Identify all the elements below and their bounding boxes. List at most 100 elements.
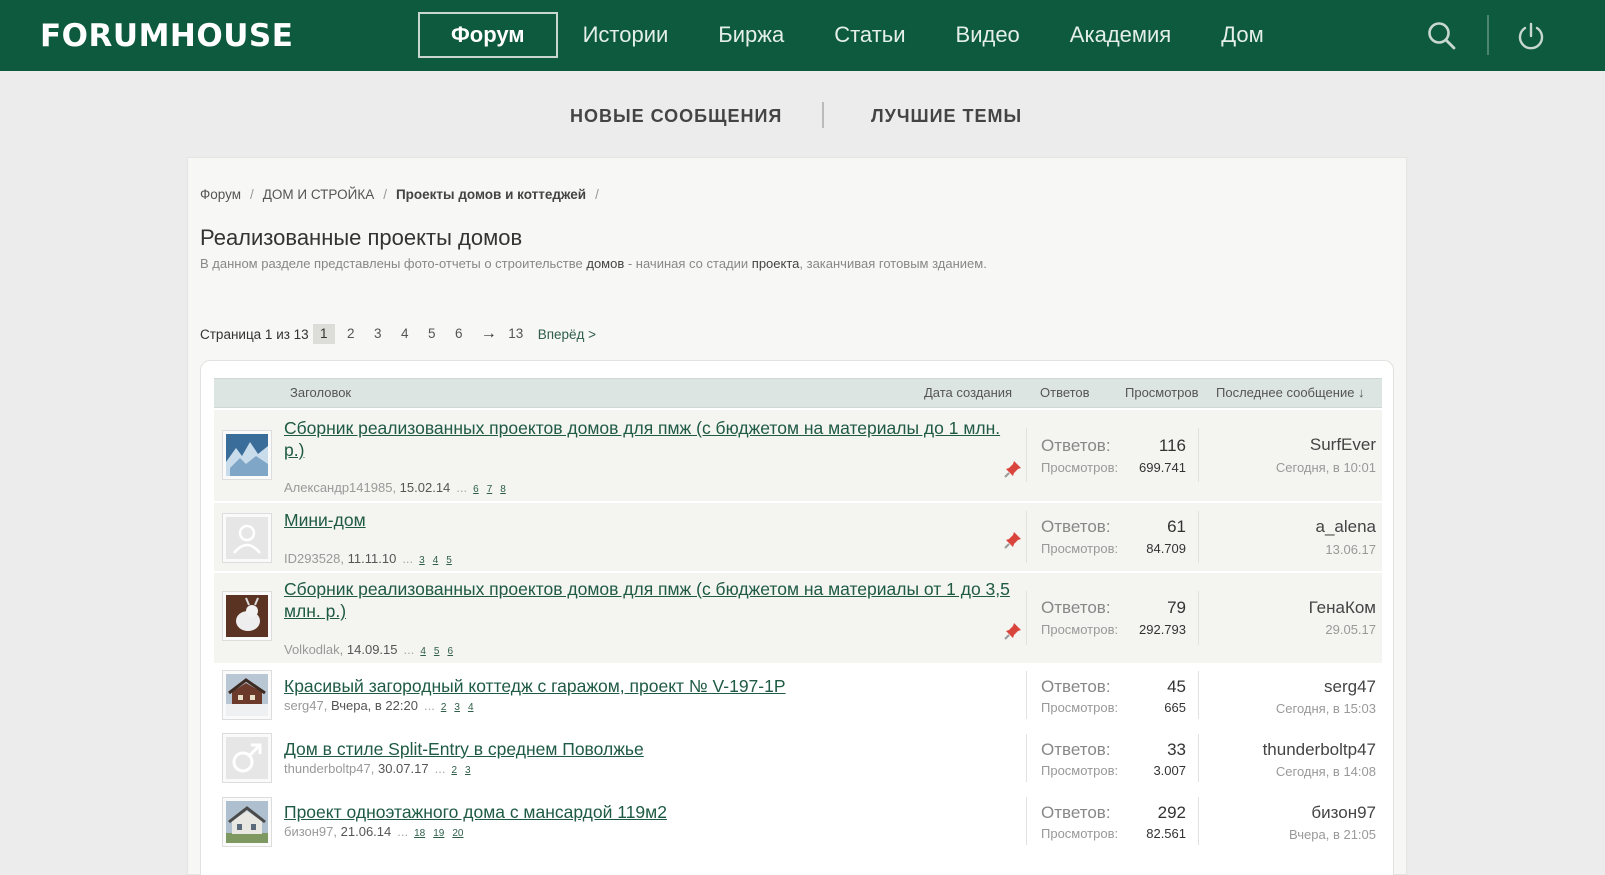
thread-page-link[interactable]: 2 bbox=[451, 765, 457, 776]
thread-page-link[interactable]: 4 bbox=[468, 702, 474, 713]
thread-page-link[interactable]: 4 bbox=[433, 555, 439, 566]
page-link-4[interactable]: 4 bbox=[394, 324, 416, 344]
male-symbol-avatar[interactable] bbox=[222, 733, 272, 783]
nav-item-stories[interactable]: Истории bbox=[558, 12, 694, 58]
replies-label: Ответов: bbox=[1041, 436, 1111, 455]
header-title[interactable]: Заголовок bbox=[290, 379, 351, 407]
power-icon[interactable] bbox=[1514, 19, 1548, 53]
thread-stats: Ответов: 33 Просмотров: 3.007 bbox=[1026, 734, 1199, 782]
thread-page-link[interactable]: 6 bbox=[447, 646, 453, 657]
nav-item-video[interactable]: Видео bbox=[931, 12, 1045, 58]
views-count: 292.793 bbox=[1139, 622, 1186, 637]
goat-photo-avatar[interactable] bbox=[222, 591, 272, 641]
last-post-date[interactable]: Сегодня, в 10:01 bbox=[1276, 460, 1376, 475]
page-link-5[interactable]: 5 bbox=[421, 324, 443, 344]
replies-label: Ответов: bbox=[1041, 517, 1111, 536]
replies-count: 61 bbox=[1167, 517, 1186, 536]
thread-title[interactable]: Проект одноэтажного дома с мансардой 119… bbox=[284, 801, 1024, 823]
thread-row: Мини-дом ID293528, 11.11.10... 3 4 5 Ответо… bbox=[214, 503, 1382, 571]
last-post-user[interactable]: serg47 bbox=[1324, 677, 1376, 697]
thread-page-link[interactable]: 5 bbox=[434, 646, 440, 657]
subnav-divider bbox=[822, 102, 824, 128]
pagination-arrow: → bbox=[480, 325, 497, 342]
thread-page-link[interactable]: 19 bbox=[433, 828, 444, 839]
thread-page-link[interactable]: 6 bbox=[473, 484, 479, 495]
thread-page-link[interactable]: 7 bbox=[487, 484, 493, 495]
thread-page-link[interactable]: 18 bbox=[414, 828, 425, 839]
thread-row: Сборник реализованных проектов домов для… bbox=[214, 573, 1382, 663]
views-label: Просмотров: bbox=[1041, 826, 1119, 841]
ice-photo-avatar[interactable] bbox=[222, 430, 272, 480]
desc-text: - начиная со стадии bbox=[624, 256, 752, 271]
replies-count: 33 bbox=[1167, 740, 1186, 759]
page-link-1[interactable]: 1 bbox=[312, 324, 335, 344]
thread-row: Сборник реализованных проектов домов для… bbox=[214, 410, 1382, 501]
last-post-user[interactable]: thunderboltp47 bbox=[1263, 740, 1376, 760]
last-post-user[interactable]: бизон97 bbox=[1311, 803, 1376, 823]
forumhouse-logo[interactable]: FORUMHOUSE bbox=[40, 18, 293, 54]
breadcrumb-forum[interactable]: Форум bbox=[200, 187, 241, 202]
thread-page-link[interactable]: 3 bbox=[419, 555, 425, 566]
thread-page-link[interactable]: 20 bbox=[452, 828, 463, 839]
breadcrumb: Форум / ДОМ И СТРОЙКА / Проекты домов и котт… bbox=[200, 187, 608, 202]
desc-text: В данном разделе представлены фото-отчет… bbox=[200, 256, 587, 271]
page-link-2[interactable]: 2 bbox=[340, 324, 362, 344]
thread-title[interactable]: Красивый загородный коттедж с гаражом, п… bbox=[284, 675, 1024, 697]
thread-author[interactable]: Volkodlak bbox=[284, 642, 340, 657]
nav-item-home[interactable]: Дом bbox=[1196, 12, 1289, 58]
breadcrumb-house-projects[interactable]: Проекты домов и коттеджей bbox=[396, 187, 586, 202]
thread-page-link[interactable]: 3 bbox=[465, 765, 471, 776]
breadcrumb-sep: / bbox=[595, 187, 599, 202]
nav-item-articles[interactable]: Статьи bbox=[809, 12, 930, 58]
breadcrumb-house-and-build[interactable]: ДОМ И СТРОЙКА bbox=[263, 187, 374, 202]
last-post-user[interactable]: a_alena bbox=[1315, 517, 1376, 537]
thread-page-link[interactable]: 5 bbox=[446, 555, 452, 566]
header-replies[interactable]: Ответов bbox=[1040, 379, 1090, 407]
page-link-last[interactable]: 13 bbox=[505, 324, 527, 344]
header-views[interactable]: Просмотров bbox=[1125, 379, 1199, 407]
nav-item-academy[interactable]: Академия bbox=[1045, 12, 1196, 58]
page-dots: ... bbox=[402, 551, 414, 566]
thread-meta: ID293528, 11.11.10... 3 4 5 bbox=[284, 551, 452, 566]
cottage-photo-avatar[interactable] bbox=[222, 797, 272, 847]
thread-page-link[interactable]: 2 bbox=[441, 702, 447, 713]
search-icon[interactable] bbox=[1426, 20, 1458, 52]
page-dots: ... bbox=[397, 824, 409, 839]
header-last-message[interactable]: Последнее сообщение ↓ bbox=[1216, 379, 1365, 407]
pagination: Страница 1 из 13 1 2 3 4 5 6 → 13 Вперёд… bbox=[200, 323, 596, 345]
last-post-date[interactable]: 13.06.17 bbox=[1325, 542, 1376, 557]
last-post-user[interactable]: SurfEver bbox=[1310, 435, 1376, 455]
page-link-6[interactable]: 6 bbox=[448, 324, 470, 344]
replies-label: Ответов: bbox=[1041, 803, 1111, 822]
thread-date: Вчера, в 22:20 bbox=[330, 698, 418, 713]
thread-author[interactable]: бизон97 bbox=[284, 824, 333, 839]
last-post-date[interactable]: Вчера, в 21:05 bbox=[1289, 827, 1376, 842]
thread-title[interactable]: Мини-дом bbox=[284, 509, 1024, 531]
best-topics-link[interactable]: ЛУЧШИЕ ТЕМЫ bbox=[871, 102, 1022, 130]
thread-author[interactable]: ID293528 bbox=[284, 551, 340, 566]
thread-title[interactable]: Сборник реализованных проектов домов для… bbox=[284, 417, 1024, 461]
thread-row: Красивый загородный коттедж с гаражом, п… bbox=[214, 665, 1382, 725]
house-photo-avatar-image bbox=[226, 674, 268, 716]
thread-title[interactable]: Дом в стиле Split-Entry в среднем Поволж… bbox=[284, 738, 1024, 760]
thread-author[interactable]: thunderboltp47 bbox=[284, 761, 371, 776]
last-post-date[interactable]: Сегодня, в 15:03 bbox=[1276, 701, 1376, 716]
new-messages-link[interactable]: НОВЫЕ СООБЩЕНИЯ bbox=[570, 102, 782, 130]
house-photo-avatar[interactable] bbox=[222, 670, 272, 720]
cottage-photo-avatar-image bbox=[226, 801, 268, 843]
page-link-3[interactable]: 3 bbox=[367, 324, 389, 344]
last-post-date[interactable]: 29.05.17 bbox=[1325, 622, 1376, 637]
thread-page-link[interactable]: 8 bbox=[500, 484, 506, 495]
nav-item-exchange[interactable]: Биржа bbox=[693, 12, 809, 58]
thread-title[interactable]: Сборник реализованных проектов домов для… bbox=[284, 578, 1024, 622]
thread-page-link[interactable]: 4 bbox=[420, 646, 426, 657]
next-page-link[interactable]: Вперёд > bbox=[538, 327, 596, 342]
last-post-date[interactable]: Сегодня, в 14:08 bbox=[1276, 764, 1376, 779]
thread-author[interactable]: serg47 bbox=[284, 698, 324, 713]
last-post-user[interactable]: ГенаКом bbox=[1309, 598, 1376, 618]
thread-page-link[interactable]: 3 bbox=[454, 702, 460, 713]
nav-item-forum[interactable]: Форум bbox=[418, 12, 558, 58]
header-created[interactable]: Дата создания bbox=[924, 379, 1012, 407]
thread-author[interactable]: Александр141985 bbox=[284, 480, 392, 495]
default-user-avatar[interactable] bbox=[222, 513, 272, 563]
